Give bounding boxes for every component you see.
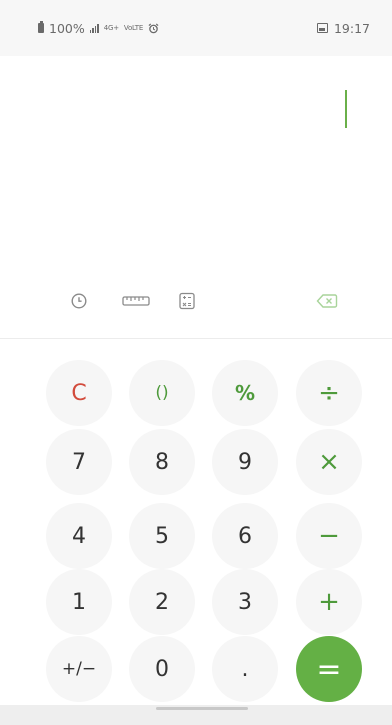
battery-icon	[38, 21, 44, 33]
scientific-mode-button[interactable]	[174, 288, 200, 314]
alarm-icon	[148, 22, 159, 33]
home-gesture-handle[interactable]	[156, 707, 248, 710]
tools-row	[0, 284, 392, 316]
digit-7-button[interactable]: 7	[46, 429, 112, 495]
plus-minus-button[interactable]: +/−	[46, 636, 112, 702]
network-badge-4g: 4G+	[103, 23, 119, 32]
navigation-bar	[0, 705, 392, 725]
digit-5-button[interactable]: 5	[129, 503, 195, 569]
text-cursor	[345, 90, 347, 128]
keypad-divider	[0, 338, 392, 339]
clock: 19:17	[333, 20, 370, 36]
signal-strength-icon	[89, 23, 99, 33]
history-button[interactable]	[66, 288, 92, 314]
expression-display[interactable]	[0, 56, 392, 276]
gallery-notification-icon	[316, 23, 328, 33]
calculator-screen: 100% 4G+ VoLTE 19:17 C () % ÷ 7 8 9 × 4 …	[0, 0, 392, 725]
digit-9-button[interactable]: 9	[212, 429, 278, 495]
digit-1-button[interactable]: 1	[46, 569, 112, 635]
digit-3-button[interactable]: 3	[212, 569, 278, 635]
multiply-button[interactable]: ×	[296, 429, 362, 495]
unit-converter-button[interactable]	[119, 288, 153, 314]
digit-0-button[interactable]: 0	[129, 636, 195, 702]
divide-button[interactable]: ÷	[296, 360, 362, 426]
percent-button[interactable]: %	[212, 360, 278, 426]
subtract-button[interactable]: −	[296, 503, 362, 569]
digit-4-button[interactable]: 4	[46, 503, 112, 569]
clear-button[interactable]: C	[46, 360, 112, 426]
decimal-point-button[interactable]: .	[212, 636, 278, 702]
keypad: C () % ÷ 7 8 9 × 4 5 6 − 1 2 3 + +/− 0 .…	[0, 340, 392, 705]
backspace-icon	[316, 294, 338, 308]
digit-6-button[interactable]: 6	[212, 503, 278, 569]
status-bar: 100% 4G+ VoLTE 19:17	[0, 0, 392, 56]
ruler-icon	[122, 296, 150, 306]
add-button[interactable]: +	[296, 569, 362, 635]
status-right-group: 19:17	[316, 20, 370, 36]
scientific-calculator-icon	[179, 292, 195, 310]
parentheses-button[interactable]: ()	[129, 360, 195, 426]
backspace-button[interactable]	[314, 288, 340, 314]
equals-button[interactable]: =	[296, 636, 362, 702]
digit-2-button[interactable]: 2	[129, 569, 195, 635]
digit-8-button[interactable]: 8	[129, 429, 195, 495]
status-left-group: 100% 4G+ VoLTE	[38, 21, 159, 36]
history-icon	[71, 293, 87, 309]
network-badge-volte: VoLTE	[123, 23, 144, 32]
battery-percentage: 100%	[49, 20, 85, 36]
